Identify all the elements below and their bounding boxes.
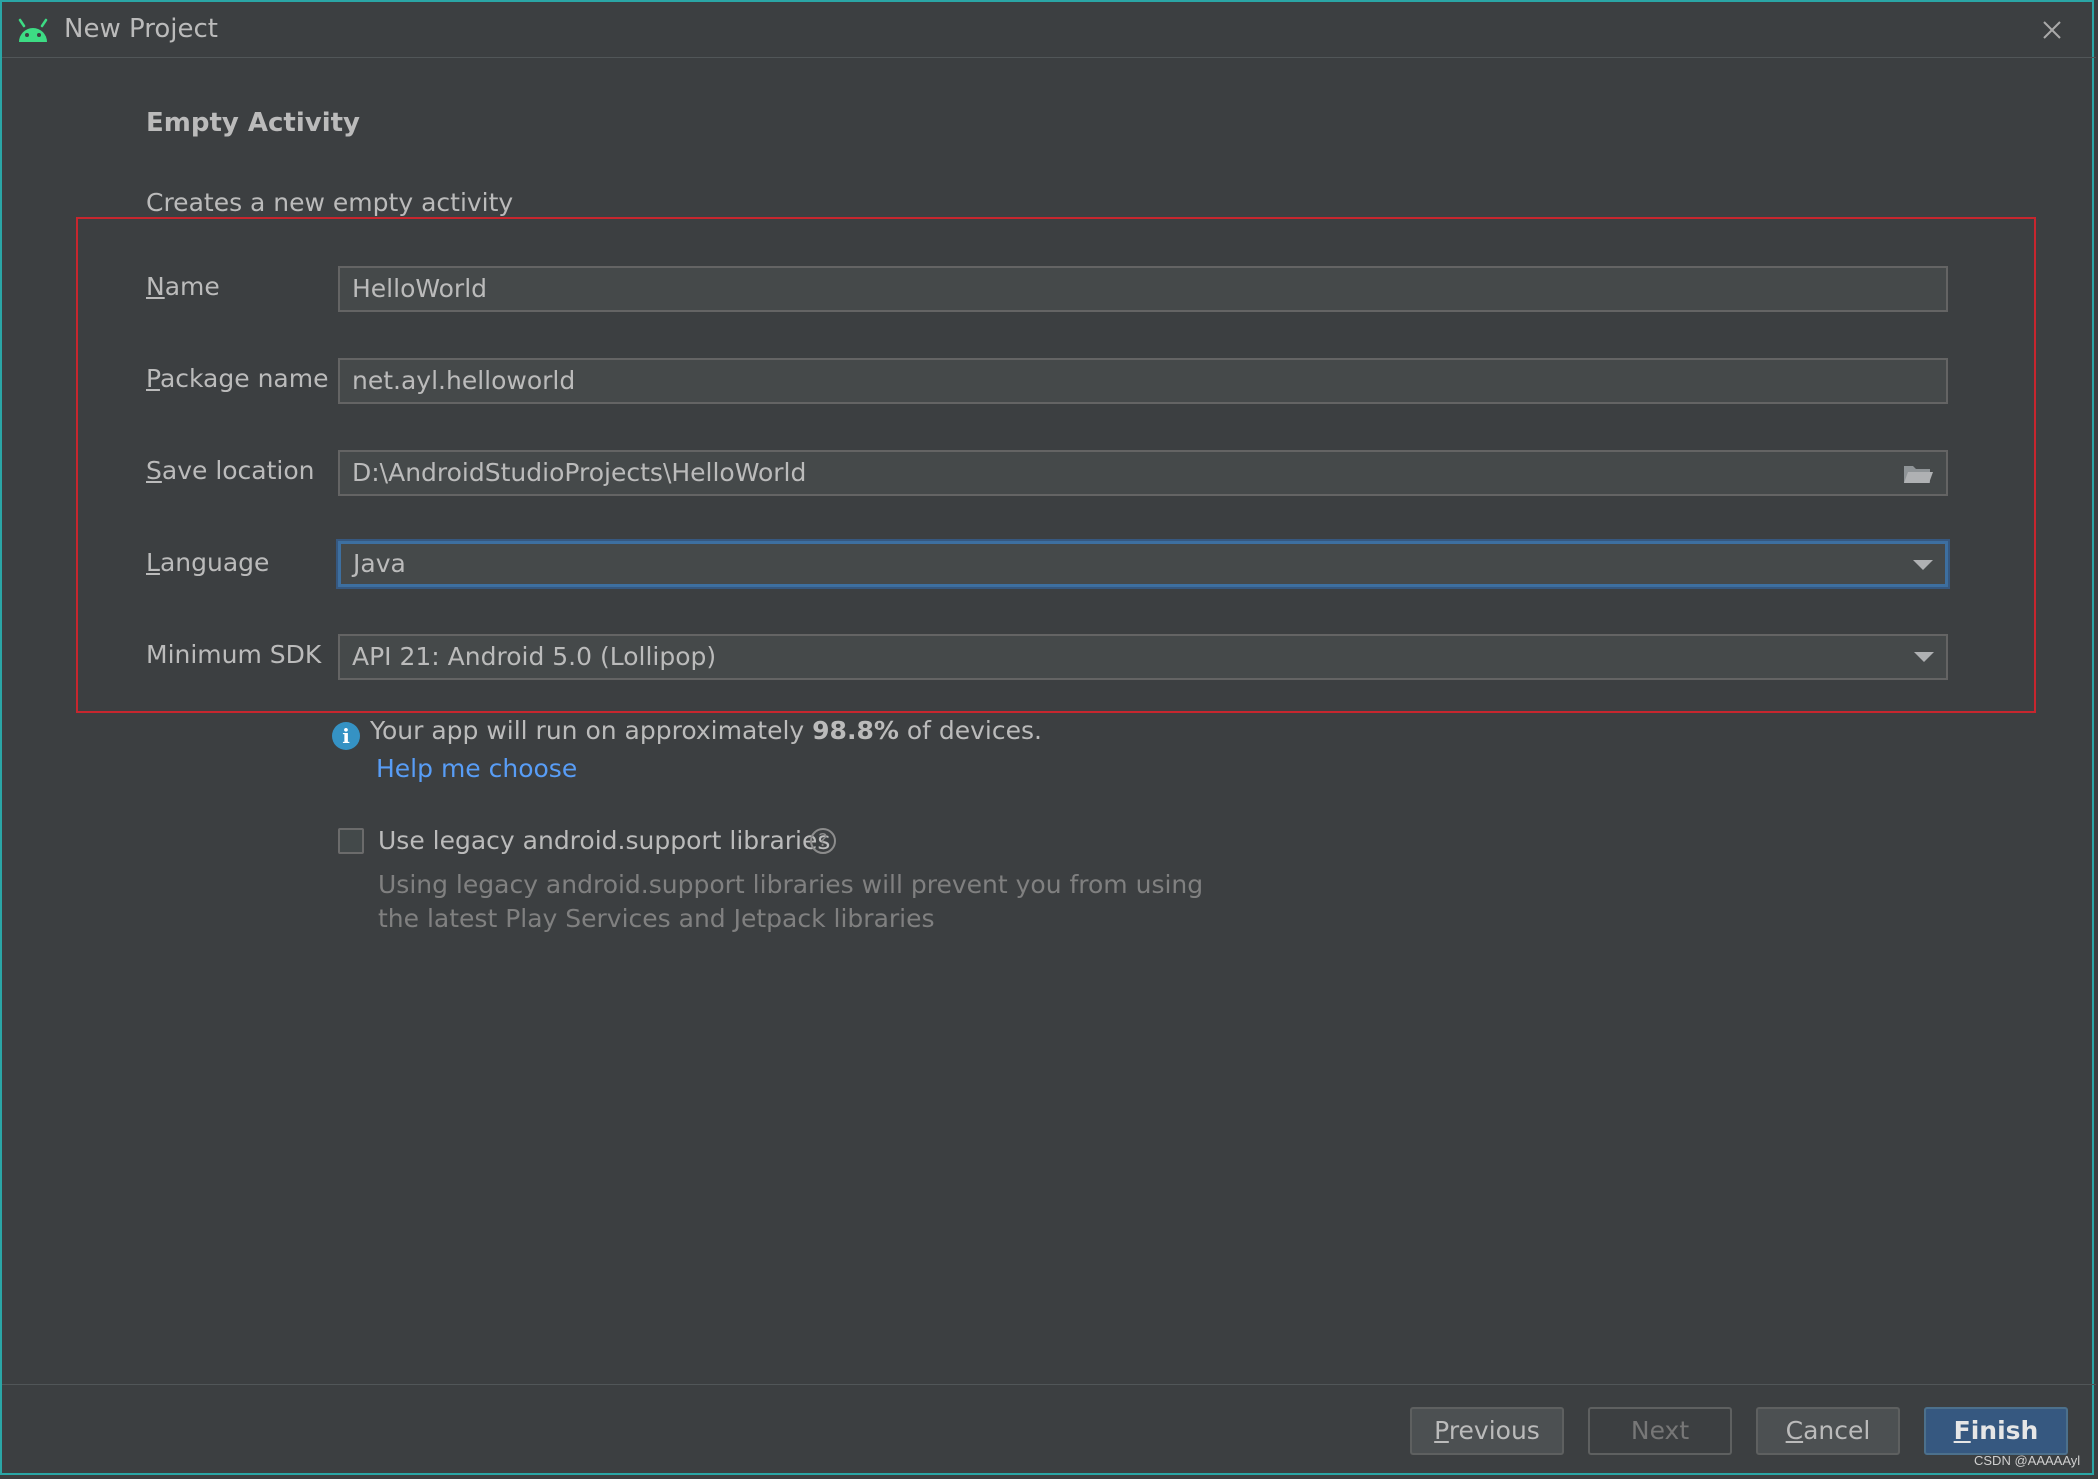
title-bar: New Project xyxy=(2,2,2096,58)
cancel-button[interactable]: Cancel xyxy=(1756,1407,1900,1455)
chevron-down-icon[interactable] xyxy=(1913,560,1933,570)
legacy-support-checkbox[interactable] xyxy=(338,828,364,854)
save-location-field[interactable]: D:\AndroidStudioProjects\HelloWorld xyxy=(338,450,1948,496)
name-field[interactable]: HelloWorld xyxy=(338,266,1948,312)
language-value: Java xyxy=(353,549,406,578)
legacy-support-help: Using legacy android.support libraries w… xyxy=(378,870,1204,933)
language-dropdown[interactable]: Java xyxy=(338,541,1948,587)
info-icon: i xyxy=(332,722,360,750)
help-me-choose-link[interactable]: Help me choose xyxy=(376,754,577,783)
legacy-support-label[interactable]: Use legacy android.support libraries xyxy=(378,826,830,855)
android-icon xyxy=(18,18,48,42)
minimum-sdk-value: API 21: Android 5.0 (Lollipop) xyxy=(352,642,717,671)
folder-icon[interactable] xyxy=(1902,462,1934,486)
name-value: HelloWorld xyxy=(352,274,488,303)
question-icon[interactable]: ? xyxy=(810,828,836,854)
device-coverage-info: i Your app will run on approximately 98.8… xyxy=(332,716,1042,750)
package-name-value: net.ayl.helloworld xyxy=(352,366,576,395)
minimum-sdk-label: Minimum SDK xyxy=(146,640,322,669)
template-heading: Empty Activity xyxy=(146,108,361,138)
close-icon[interactable] xyxy=(2036,14,2068,46)
save-location-value: D:\AndroidStudioProjects\HelloWorld xyxy=(352,458,807,487)
name-label: Name xyxy=(146,272,220,301)
next-button[interactable]: Next xyxy=(1588,1407,1732,1455)
package-name-field[interactable]: net.ayl.helloworld xyxy=(338,358,1948,404)
window-title: New Project xyxy=(64,14,218,44)
previous-button[interactable]: Previous xyxy=(1410,1407,1564,1455)
language-label: Language xyxy=(146,548,270,577)
template-description: Creates a new empty activity xyxy=(146,188,514,217)
save-location-label: Save location xyxy=(146,456,315,485)
coverage-percent: 98.8% xyxy=(812,716,899,745)
finish-button[interactable]: Finish xyxy=(1924,1407,2068,1455)
package-name-label: Package name xyxy=(146,364,329,393)
minimum-sdk-dropdown[interactable]: API 21: Android 5.0 (Lollipop) xyxy=(338,634,1948,680)
chevron-down-icon[interactable] xyxy=(1914,652,1934,662)
watermark: CSDN @AAAAAyl xyxy=(1974,1453,2081,1468)
